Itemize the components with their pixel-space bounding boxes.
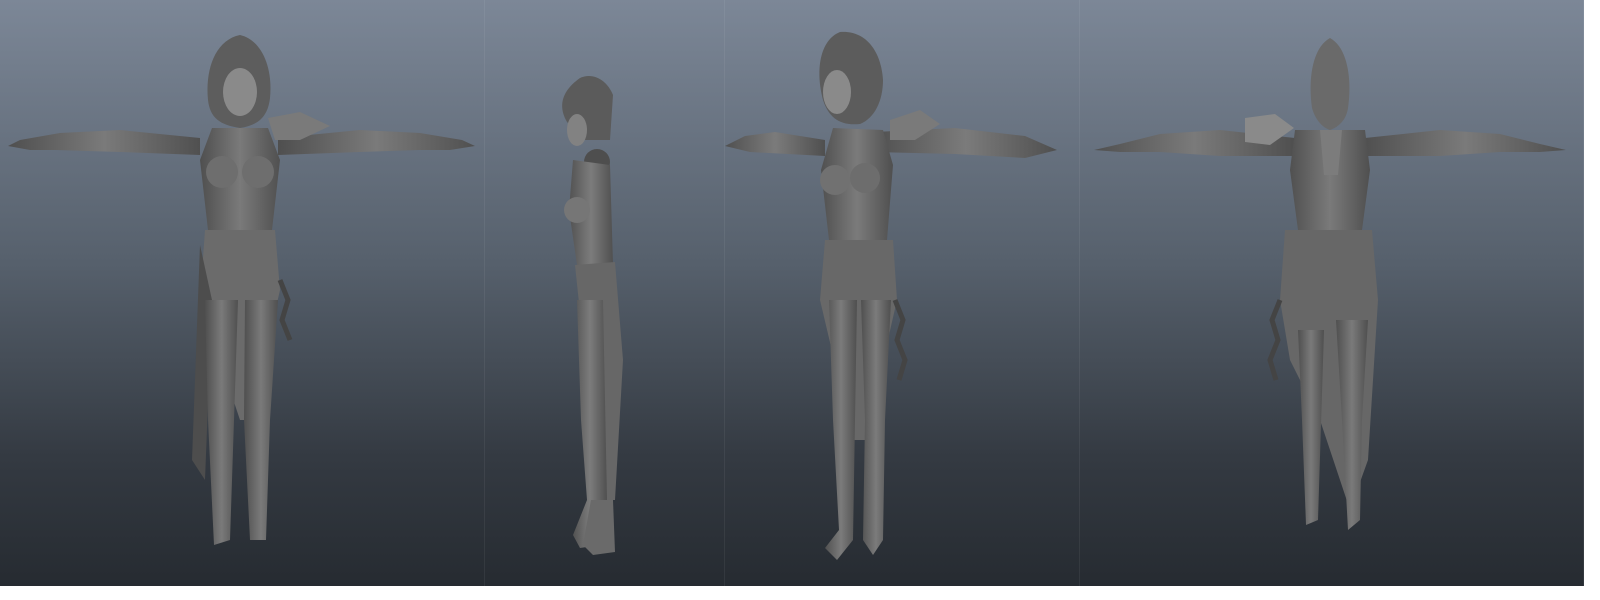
- back-view-model: [1094, 38, 1566, 530]
- image-margin-right: [1584, 0, 1600, 600]
- three-quarter-view-model: [725, 31, 1057, 560]
- three-quarter-view-viewport[interactable]: [725, 0, 1080, 586]
- image-margin-bottom: [0, 586, 1600, 600]
- turnaround-sheet: [0, 0, 1584, 586]
- side-view-model: [562, 75, 623, 555]
- side-view-viewport[interactable]: [485, 0, 725, 586]
- front-view-viewport[interactable]: [0, 0, 485, 586]
- front-view-model: [8, 35, 475, 545]
- back-view-viewport[interactable]: [1080, 0, 1584, 586]
